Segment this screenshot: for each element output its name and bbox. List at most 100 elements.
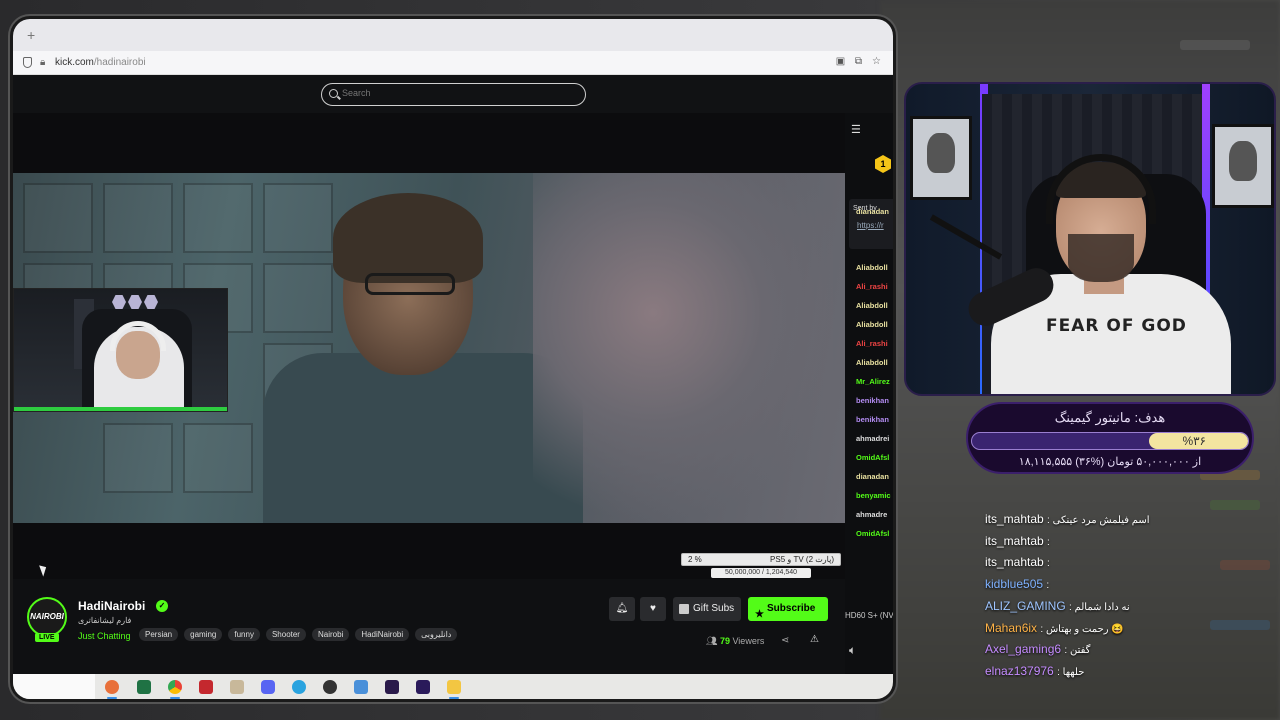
discord-icon[interactable] — [261, 680, 275, 694]
overlay-chat-text: : حلهها — [1057, 666, 1085, 678]
tag[interactable]: HadiNairobi — [355, 628, 410, 641]
gift-icon — [679, 604, 689, 614]
avatar[interactable]: NAIROBI — [27, 597, 67, 637]
chat-username[interactable]: Aliabdoll — [856, 320, 888, 329]
search-box[interactable] — [321, 83, 586, 106]
neon-glow — [14, 407, 227, 411]
report-icon[interactable]: ⚠ — [810, 634, 819, 645]
tag[interactable]: Shooter — [265, 628, 306, 641]
coin-badge[interactable]: 1 — [875, 155, 891, 173]
stream-goal-widget: هدف: مانیتور گیمینگ %۳۶ ۱۸,۱۱۵,۵۵۵ از ۵۰… — [966, 402, 1254, 474]
file-explorer-icon[interactable] — [447, 680, 461, 699]
overlay-chat-text: : رحمت و بهتاش 😆 — [1040, 623, 1124, 635]
chat-username[interactable]: benikhan — [856, 396, 889, 405]
chat-menu-icon[interactable]: ☰ — [851, 123, 861, 136]
pinned-link[interactable]: https://r — [857, 221, 884, 230]
gift-subs-label: Gift Subs — [693, 603, 735, 614]
reader-view-icon[interactable]: ▣ — [835, 56, 846, 67]
overlay-chat-line: kidblue505 : — [985, 577, 1049, 597]
overlay-chat-line: its_mahtab : — [985, 534, 1050, 554]
chat-username[interactable]: ahmadre — [856, 510, 887, 519]
hex-light — [144, 295, 158, 309]
chat-username[interactable]: dianadan — [856, 207, 889, 216]
chat-username[interactable]: Ali_rashi — [856, 339, 888, 348]
wall-poster — [1212, 124, 1274, 208]
gift-subs-button[interactable]: Gift Subs — [673, 597, 741, 621]
channel-name[interactable]: HadiNairobi — [78, 599, 145, 613]
quality-label: HD60 S+ (NV — [845, 611, 894, 620]
app-icon[interactable] — [354, 680, 368, 694]
wall-tile — [103, 183, 173, 253]
chat-username[interactable]: Mr_Alirez — [856, 377, 890, 386]
actor-glasses — [365, 273, 455, 295]
viewers-label: Viewers — [732, 636, 765, 646]
chat-username[interactable]: ahmadrei — [856, 434, 889, 443]
new-tab-button[interactable]: + — [27, 27, 35, 43]
goal-amount: ۱۸,۱۱۵,۵۵۵ از ۵۰,۰۰۰,۰۰۰ تومان (%۳۶) — [1018, 456, 1202, 468]
overlay-chat-user: elnaz137976 — [985, 663, 1054, 678]
follow-heart-button[interactable]: ♥ — [640, 597, 666, 621]
overlay-chat-line: Mahan6ix : رحمت و بهتاش 😆 — [985, 621, 1124, 641]
app-icon[interactable] — [230, 680, 244, 694]
obs-icon[interactable] — [323, 680, 337, 694]
chat-username[interactable]: benikhan — [856, 415, 889, 424]
app-icon[interactable] — [199, 680, 213, 694]
tag[interactable]: gaming — [184, 628, 223, 641]
chrome-icon[interactable] — [168, 680, 182, 699]
bookmark-star-icon[interactable]: ☆ — [871, 56, 882, 67]
url-text[interactable]: kick.com/hadinairobi — [55, 57, 146, 68]
overlay-chat-text: : گفتن — [1064, 645, 1091, 657]
tab-bar: + — [13, 19, 893, 51]
chat-username[interactable]: OmidAfsl — [856, 453, 889, 462]
site-header — [13, 75, 893, 113]
chat-username[interactable]: Aliabdoll — [856, 301, 888, 310]
overlay-chat-text: : — [1047, 536, 1050, 548]
overlay-chat-user: ALIZ_GAMING — [985, 598, 1066, 613]
chat-username[interactable]: OmidAfsl — [856, 529, 889, 538]
overlay-chat-line: its_mahtab : اسم فیلمش مرد عینکی — [985, 512, 1150, 532]
tag[interactable]: Nairobi — [311, 628, 350, 641]
donation-goal-text: PS5 و TV (پارت 2) — [770, 555, 834, 564]
volume-icon[interactable]: 🔈︎ — [849, 643, 856, 658]
overlay-chat-user: its_mahtab — [985, 533, 1044, 548]
goal-percent: %۳۶ — [1182, 434, 1206, 448]
subscribe-button[interactable]: ★ Subscribe — [748, 597, 828, 621]
chat-username[interactable]: Aliabdoll — [856, 263, 888, 272]
live-badge: LIVE — [35, 633, 59, 642]
donation-bar: 2 % PS5 و TV (پارت 2) — [681, 553, 841, 566]
premiere-icon[interactable] — [416, 680, 430, 694]
video-player[interactable]: 2 % PS5 و TV (پارت 2) 50,000,000 / 1,204… — [13, 113, 845, 579]
telegram-icon[interactable] — [292, 680, 306, 694]
background-shape — [1220, 560, 1270, 570]
hex-light — [112, 295, 126, 309]
search-icon — [329, 89, 338, 98]
chat-username[interactable]: dianadan — [856, 472, 889, 481]
notification-bell-button[interactable]: 🔔︎ — [609, 597, 635, 621]
picture-in-picture-icon[interactable]: ⧉ — [853, 56, 864, 67]
stream-title: فارم لیشانفاتری — [78, 616, 132, 625]
streamer-beard — [1068, 234, 1134, 282]
category-link[interactable]: Just Chatting — [78, 631, 131, 641]
donation-percent: 2 % — [688, 555, 702, 564]
shield-icon[interactable] — [23, 57, 32, 68]
firefox-icon[interactable] — [105, 680, 119, 699]
chat-username[interactable]: Aliabdoll — [856, 358, 888, 367]
viewer-count: 👥︎ 79 Viewers — [706, 636, 764, 647]
address-bar[interactable]: 🔒︎ kick.com/hadinairobi ▣ ⧉ ☆ — [13, 51, 893, 75]
subscribe-label: Subscribe — [767, 603, 816, 614]
tag[interactable]: دانلیروبی — [415, 628, 458, 641]
share-icon[interactable]: ⋖ — [781, 635, 789, 646]
overlay-chat-line: its_mahtab : — [985, 555, 1050, 575]
search-input[interactable] — [342, 88, 572, 98]
tag[interactable]: Persian — [139, 628, 179, 641]
overlay-chat-user: Mahan6ix — [985, 620, 1038, 635]
tag[interactable]: funny — [228, 628, 260, 641]
chat-username[interactable]: benyamic — [856, 491, 891, 500]
wall-tile — [183, 423, 253, 493]
viewers-icon: 👥︎ — [706, 636, 720, 646]
chat-username[interactable]: Ali_rashi — [856, 282, 888, 291]
after-effects-icon[interactable] — [385, 680, 399, 694]
lock-icon: 🔒︎ — [40, 57, 46, 68]
taskbar-search[interactable] — [13, 674, 95, 699]
excel-icon[interactable] — [137, 680, 151, 694]
